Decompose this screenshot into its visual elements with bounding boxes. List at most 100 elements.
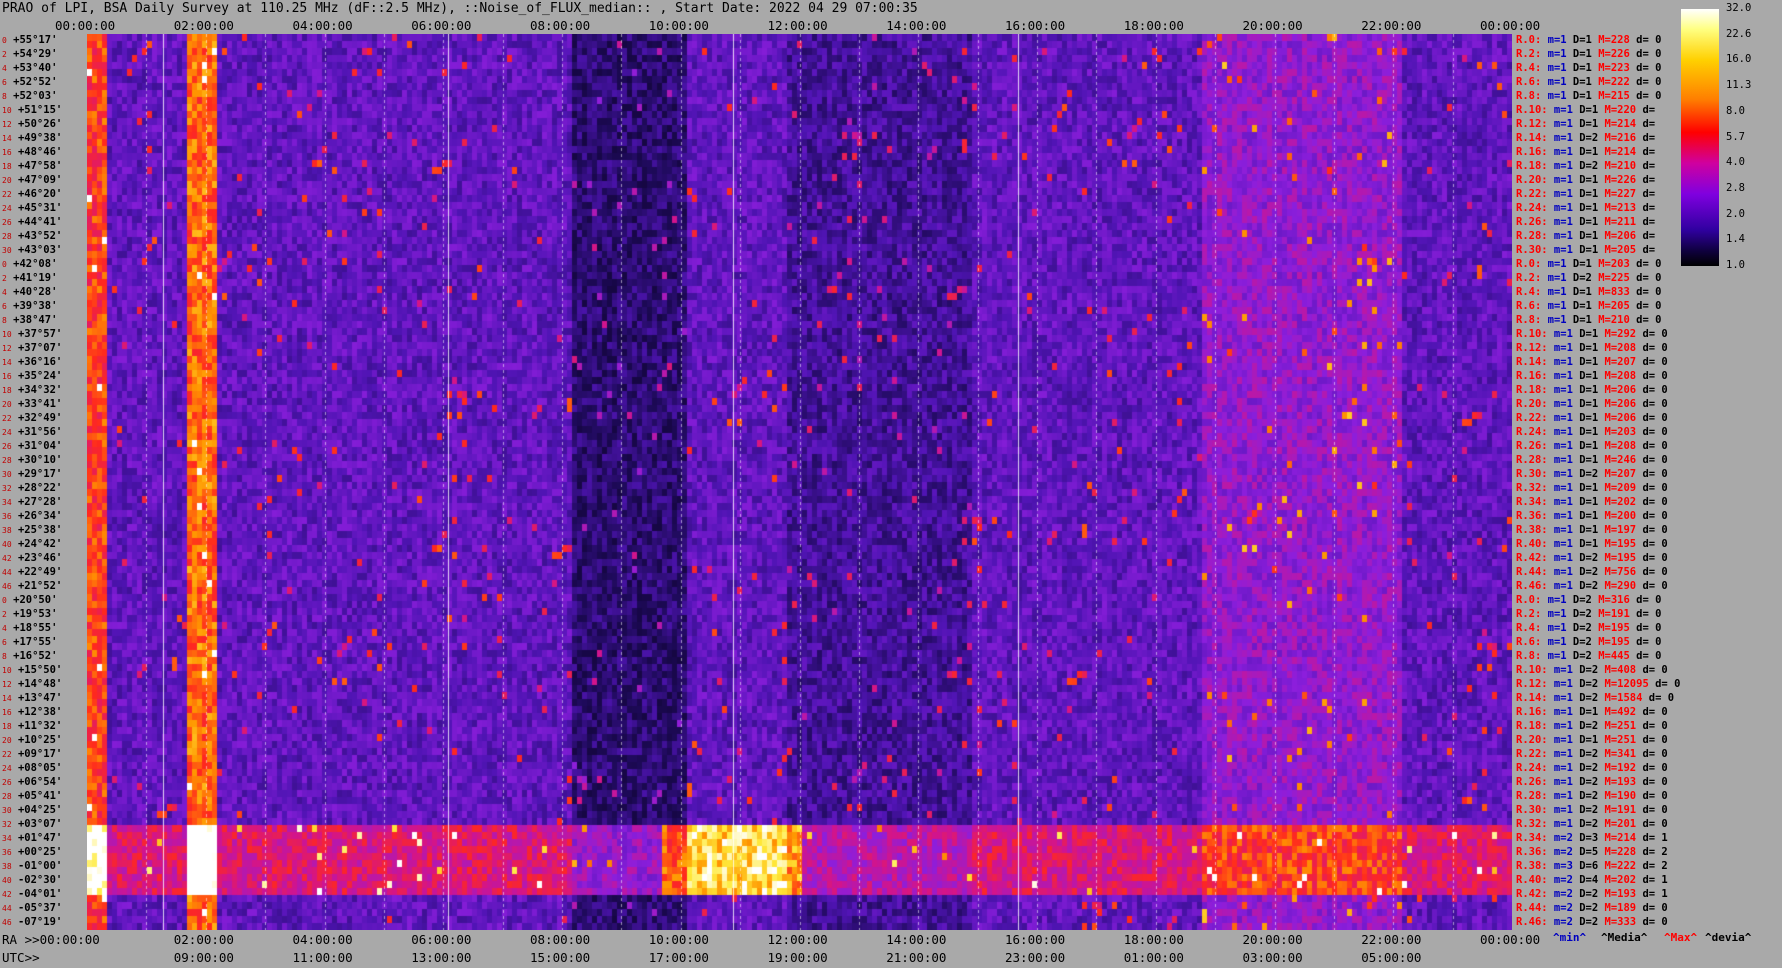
stat-devia: d= xyxy=(1636,244,1656,256)
stat-max: M=216 xyxy=(1598,132,1637,144)
stat-media: D=1 xyxy=(1566,62,1592,74)
stat-min: m=1 xyxy=(1547,552,1573,564)
stat-media: D=1 xyxy=(1572,244,1599,256)
stat-devia: d= 0 xyxy=(1636,902,1668,914)
stat-min: m=1 xyxy=(1541,636,1567,648)
dec-value: +49°38' xyxy=(11,132,63,144)
dec-value: +15°50' xyxy=(11,664,63,676)
stat-media: D=2 xyxy=(1572,720,1599,732)
stat-range: R.4: xyxy=(1516,622,1542,634)
dec-label: 6 +52°52' xyxy=(2,77,57,88)
dec-value: +11°32' xyxy=(11,720,63,732)
stat-max: M=222 xyxy=(1598,860,1637,872)
stat-min: m=1 xyxy=(1541,622,1567,634)
stat-max: M=1584 xyxy=(1598,692,1643,704)
stat-devia: d= 0 xyxy=(1636,356,1668,368)
stat-range: R.40: xyxy=(1516,538,1548,550)
stat-row: R.16: m=1 D=1 M=208 d= 0 xyxy=(1516,371,1668,382)
stat-max: M=195 xyxy=(1591,622,1630,634)
stat-media: D=1 xyxy=(1566,258,1592,270)
stat-max: M=445 xyxy=(1591,650,1630,662)
row-number: 32 xyxy=(2,820,12,829)
stat-devia: d= 0 xyxy=(1636,706,1668,718)
stat-media: D=1 xyxy=(1566,286,1592,298)
top-axis-tick-label: 10:00:00 xyxy=(648,18,709,33)
stat-row: R.12: m=1 D=1 M=208 d= 0 xyxy=(1516,343,1668,354)
utc-axis-tick-label: 09:00:00 xyxy=(173,950,234,965)
stat-devia: d= 0 xyxy=(1636,818,1668,830)
heatmap-canvas[interactable] xyxy=(87,34,1512,930)
utc-axis-label: UTC>> xyxy=(2,950,40,965)
stat-range: R.18: xyxy=(1516,384,1548,396)
stat-row: R.18: m=1 D=2 M=210 d= xyxy=(1516,161,1655,172)
stat-devia: d= xyxy=(1636,118,1656,130)
colorbar-tick-label: 2.8 xyxy=(1726,181,1745,194)
stat-devia: d= 1 xyxy=(1636,832,1668,844)
stat-min: m=1 xyxy=(1541,594,1567,606)
row-number: 22 xyxy=(2,414,12,423)
dec-value: +24°42' xyxy=(11,538,63,550)
stat-row: R.38: m=1 D=1 M=197 d= 0 xyxy=(1516,525,1668,536)
stat-media: D=1 xyxy=(1566,314,1592,326)
stat-media: D=4 xyxy=(1572,874,1599,886)
stat-range: R.44: xyxy=(1516,566,1548,578)
stat-devia: d= 0 xyxy=(1629,76,1662,88)
dec-label: 46 +21°52' xyxy=(2,581,62,592)
stat-row: R.30: m=1 D=1 M=205 d= xyxy=(1516,245,1655,256)
top-axis-tick-label: 04:00:00 xyxy=(292,18,353,33)
stat-devia: d= 0 xyxy=(1636,776,1668,788)
row-number: 18 xyxy=(2,162,12,171)
row-number: 14 xyxy=(2,694,12,703)
row-number: 46 xyxy=(2,918,12,927)
stat-min: m=1 xyxy=(1541,76,1567,88)
dec-value: +04°25' xyxy=(11,804,63,816)
stat-devia: d= 0 xyxy=(1636,398,1668,410)
row-number: 30 xyxy=(2,806,12,815)
dec-label: 30 +43°03' xyxy=(2,245,62,256)
stat-row: R.28: m=1 D=1 M=206 d= xyxy=(1516,231,1655,242)
stat-range: R.30: xyxy=(1516,804,1548,816)
stat-range: R.20: xyxy=(1516,734,1548,746)
stat-devia: d= xyxy=(1636,104,1656,116)
stat-max: M=211 xyxy=(1598,216,1637,228)
dec-label: 2 +54°29' xyxy=(2,49,57,60)
stat-min: m=2 xyxy=(1547,916,1573,928)
stat-max: M=208 xyxy=(1598,440,1637,452)
dec-value: +00°25' xyxy=(11,846,63,858)
stat-max: M=205 xyxy=(1598,244,1637,256)
dec-label: 16 +12°38' xyxy=(2,707,62,718)
stat-media: D=1 xyxy=(1572,146,1599,158)
stat-row: R.44: m=1 D=2 M=756 d= 0 xyxy=(1516,567,1668,578)
stat-range: R.8: xyxy=(1516,90,1542,102)
stat-range: R.34: xyxy=(1516,832,1548,844)
stat-max: M=190 xyxy=(1598,790,1637,802)
stat-media: D=2 xyxy=(1572,566,1599,578)
stat-max: M=214 xyxy=(1598,832,1637,844)
dec-value: -04°01' xyxy=(11,888,63,900)
dec-label: 28 +30°10' xyxy=(2,455,62,466)
heatmap-plot[interactable] xyxy=(87,34,1512,930)
stat-media: D=1 xyxy=(1572,734,1599,746)
stat-media: D=2 xyxy=(1572,580,1599,592)
stat-row: R.4: m=1 D=2 M=195 d= 0 xyxy=(1516,623,1661,634)
colorbar-tick-label: 8.0 xyxy=(1726,104,1745,117)
stat-devia: d= 0 xyxy=(1636,426,1668,438)
row-number: 28 xyxy=(2,232,12,241)
stat-min: m=1 xyxy=(1541,62,1567,74)
ra-axis-tick-label: 18:00:00 xyxy=(1123,932,1184,947)
stat-min: m=1 xyxy=(1547,216,1573,228)
stat-min: m=1 xyxy=(1547,678,1573,690)
stat-max: M=203 xyxy=(1591,258,1630,270)
stat-row: R.38: m=3 D=6 M=222 d= 2 xyxy=(1516,861,1668,872)
stat-row: R.32: m=1 D=1 M=209 d= 0 xyxy=(1516,483,1668,494)
stat-devia: d= 0 xyxy=(1629,594,1662,606)
ra-axis-tick-label: 14:00:00 xyxy=(886,932,947,947)
stat-devia: d= 0 xyxy=(1636,496,1668,508)
dec-value: +10°25' xyxy=(11,734,63,746)
stat-max: M=206 xyxy=(1598,230,1637,242)
stat-row: R.10: m=1 D=1 M=292 d= 0 xyxy=(1516,329,1668,340)
stat-media: D=2 xyxy=(1572,762,1599,774)
dec-value: +29°17' xyxy=(11,468,63,480)
stat-row: R.42: m=1 D=2 M=195 d= 0 xyxy=(1516,553,1668,564)
colorbar-gradient xyxy=(1681,9,1719,266)
